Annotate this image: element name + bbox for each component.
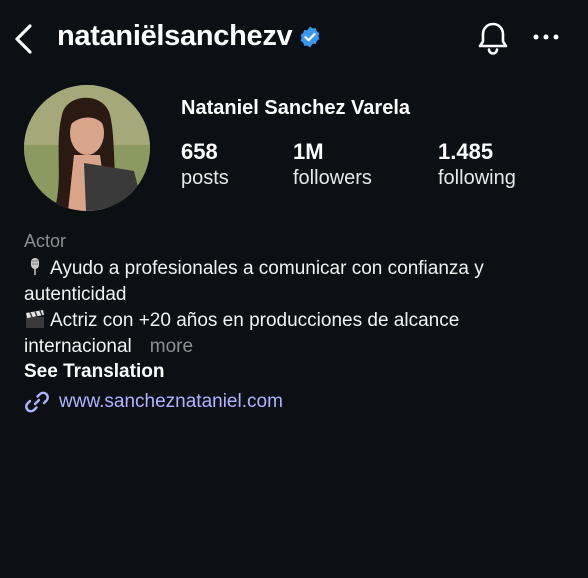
bio: Ayudo a profesionales a comunicar con co… (24, 256, 564, 360)
bio-line: Ayudo a profesionales a comunicar con co… (24, 256, 564, 282)
posts-stat[interactable]: 658 posts (181, 139, 229, 191)
username-header: nataniëlsanchezv (57, 20, 322, 53)
profile-avatar[interactable] (24, 85, 150, 211)
top-bar: nataniëlsanchezv (0, 0, 588, 78)
chevron-left-icon (15, 24, 32, 54)
bio-more-link[interactable]: more (150, 336, 193, 357)
followers-stat[interactable]: 1M followers (293, 139, 372, 191)
following-label: following (438, 167, 516, 189)
followers-count: 1M (293, 139, 324, 164)
verified-badge-icon (300, 26, 320, 47)
posts-label: posts (181, 167, 229, 189)
more-horizontal-icon (533, 34, 559, 40)
bio-text-3: Actriz con +20 años en producciones de a… (50, 310, 460, 331)
bio-line: internacional more (24, 334, 564, 360)
bio-text-1: Ayudo a profesionales a comunicar con co… (50, 258, 484, 279)
back-button[interactable] (10, 22, 38, 56)
link-icon (25, 391, 49, 413)
following-count: 1.485 (438, 139, 494, 164)
bio-text-2: autenticidad (24, 284, 127, 305)
followers-label: followers (293, 167, 372, 189)
display-name: Nataniel Sanchez Varela (181, 97, 411, 119)
following-stat[interactable]: 1.485 following (438, 139, 516, 191)
profile-photo (24, 85, 150, 211)
username: nataniëlsanchezv (57, 20, 293, 52)
website-link[interactable]: www.sancheznataniel.com (24, 389, 283, 415)
posts-count: 658 (181, 139, 218, 164)
see-translation-link[interactable]: See Translation (24, 361, 164, 383)
notifications-button[interactable] (476, 20, 510, 56)
more-options-button[interactable] (531, 28, 561, 46)
microphone-icon (31, 258, 39, 275)
bell-icon (478, 22, 508, 55)
clapper-board-icon (26, 310, 44, 328)
category-label: Actor (24, 231, 67, 251)
bio-text-4: internacional (24, 336, 132, 357)
bio-line: Actriz con +20 años en producciones de a… (24, 308, 564, 334)
website-url: www.sancheznataniel.com (59, 391, 283, 412)
